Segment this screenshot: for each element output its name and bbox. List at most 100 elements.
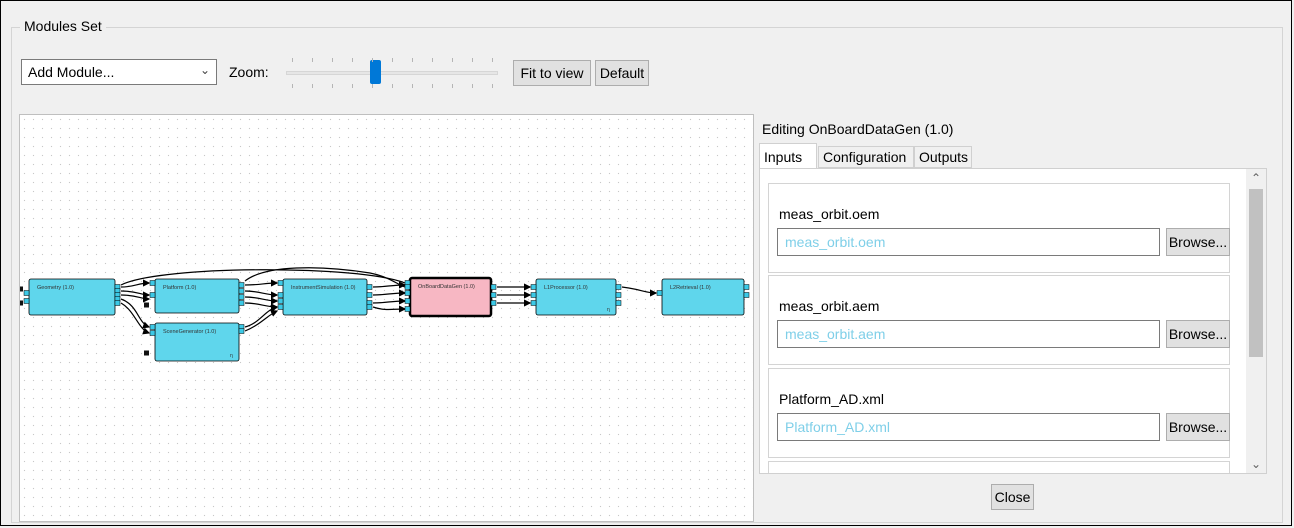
- close-button[interactable]: Close: [991, 484, 1034, 510]
- add-module-label: Add Module...: [28, 64, 115, 80]
- output-port[interactable]: [743, 292, 750, 298]
- input-entry: [768, 461, 1230, 473]
- input-port[interactable]: [149, 280, 156, 286]
- output-port[interactable]: [615, 284, 622, 290]
- output-port[interactable]: [238, 288, 245, 294]
- external-port[interactable]: [144, 302, 149, 308]
- output-port[interactable]: [366, 284, 373, 290]
- zoom-label: Zoom:: [229, 64, 269, 80]
- input-path-field[interactable]: meas_orbit.aem: [777, 320, 1160, 348]
- input-port[interactable]: [404, 306, 411, 312]
- tab-outputs[interactable]: Outputs: [914, 146, 972, 168]
- graph-node-platform[interactable]: Platform (1.0): [144, 278, 245, 314]
- module-graph: Geometry (1.0) Platform (1.0) SceneGenerat…: [20, 267, 750, 362]
- tab-inputs[interactable]: Inputs: [759, 143, 817, 169]
- input-port[interactable]: [530, 292, 537, 298]
- input-port[interactable]: [149, 324, 156, 330]
- zoom-slider-tick: [392, 84, 393, 88]
- browse-button[interactable]: Browse...: [1166, 413, 1230, 441]
- inputs-panel: meas_orbit.oem meas_orbit.oem Browse... …: [759, 168, 1267, 474]
- editing-title: Editing OnBoardDataGen (1.0): [762, 121, 954, 137]
- zoom-slider-tick: [352, 58, 353, 62]
- input-port[interactable]: [277, 298, 284, 304]
- graph-node-label: Geometry (1.0): [37, 285, 74, 291]
- browse-button[interactable]: Browse...: [1166, 320, 1230, 348]
- zoom-slider-thumb[interactable]: [370, 60, 382, 84]
- graph-node-label: OnBoardDataGen (1.0): [418, 284, 475, 290]
- input-port[interactable]: [23, 298, 30, 304]
- output-port[interactable]: [366, 292, 373, 298]
- tab-configuration[interactable]: Configuration: [818, 146, 914, 168]
- zoom-slider-tick: [332, 84, 333, 88]
- output-port[interactable]: [615, 292, 622, 298]
- default-button[interactable]: Default: [595, 60, 649, 86]
- scroll-up-icon[interactable]: ⌃: [1246, 169, 1266, 187]
- browse-button[interactable]: Browse...: [1166, 228, 1230, 256]
- input-port[interactable]: [277, 292, 284, 298]
- zoom-slider-tick: [352, 84, 353, 88]
- input-port[interactable]: [149, 292, 156, 298]
- graph-node-label: SceneGenerator (1.0): [163, 329, 216, 335]
- input-path-field[interactable]: meas_orbit.oem: [777, 228, 1160, 256]
- output-port[interactable]: [743, 284, 750, 290]
- zoom-slider-tick: [492, 84, 493, 88]
- graph-node-scenegenerator[interactable]: SceneGenerator (1.0) η: [144, 322, 245, 362]
- input-port[interactable]: [149, 330, 156, 336]
- input-port[interactable]: [530, 300, 537, 306]
- graph-node-onboarddatagen[interactable]: OnBoardDataGen (1.0): [404, 276, 497, 318]
- scroll-down-icon[interactable]: ⌄: [1246, 455, 1266, 473]
- input-label: Platform_AD.xml: [779, 391, 885, 407]
- zoom-slider-tick: [472, 84, 473, 88]
- zoom-slider-tick: [412, 58, 413, 62]
- zoom-slider-track: [286, 71, 498, 75]
- module-graph-canvas[interactable]: Geometry (1.0) Platform (1.0) SceneGenerat…: [19, 114, 754, 522]
- output-port[interactable]: [238, 282, 245, 288]
- fit-to-view-button[interactable]: Fit to view: [513, 60, 591, 86]
- zoom-slider-tick: [412, 84, 413, 88]
- input-path-field[interactable]: Platform_AD.xml: [777, 413, 1160, 441]
- input-port[interactable]: [277, 280, 284, 286]
- input-label: meas_orbit.aem: [779, 298, 880, 314]
- external-port[interactable]: [20, 300, 23, 306]
- zoom-slider-tick: [432, 58, 433, 62]
- scrollbar-thumb[interactable]: [1249, 189, 1263, 357]
- zoom-slider-tick: [392, 58, 393, 62]
- input-port[interactable]: [530, 284, 537, 290]
- zoom-slider-tick: [292, 58, 293, 62]
- zoom-slider-tick: [372, 84, 373, 88]
- output-port[interactable]: [238, 300, 245, 306]
- zoom-slider-tick: [292, 84, 293, 88]
- output-port[interactable]: [490, 292, 497, 298]
- output-port[interactable]: [490, 300, 497, 306]
- input-port[interactable]: [404, 298, 411, 304]
- graph-node-l1processor[interactable]: L1Processor (1.0) η: [530, 278, 622, 316]
- input-port[interactable]: [404, 290, 411, 296]
- input-label: meas_orbit.oem: [779, 206, 880, 222]
- output-port[interactable]: [114, 300, 121, 306]
- chevron-down-icon: ⌄: [199, 63, 210, 77]
- zoom-slider-tick: [332, 58, 333, 62]
- output-port[interactable]: [490, 284, 497, 290]
- zoom-slider-tick: [472, 58, 473, 62]
- output-port[interactable]: [238, 294, 245, 300]
- graph-node-l2retrieval[interactable]: L2Retrieval (1.0): [656, 278, 750, 316]
- graph-node-label: L1Processor (1.0): [544, 285, 588, 291]
- input-port[interactable]: [404, 284, 411, 290]
- output-port[interactable]: [366, 304, 373, 310]
- zoom-slider-tick: [312, 84, 313, 88]
- input-port[interactable]: [23, 290, 30, 296]
- add-module-dropdown[interactable]: Add Module... ⌄: [21, 59, 217, 85]
- graph-node-instrumentsimulation[interactable]: InstrumentSimulation (1.0): [277, 278, 373, 316]
- external-port[interactable]: [20, 286, 23, 292]
- zoom-slider-tick: [452, 58, 453, 62]
- vertical-scrollbar[interactable]: ⌃ ⌄: [1246, 169, 1266, 473]
- zoom-slider-tick: [452, 84, 453, 88]
- input-port[interactable]: [277, 304, 284, 310]
- output-port[interactable]: [615, 300, 622, 306]
- input-port[interactable]: [656, 290, 663, 296]
- external-port[interactable]: [144, 350, 149, 356]
- zoom-slider[interactable]: [284, 58, 500, 88]
- graph-node-geometry[interactable]: Geometry (1.0): [20, 278, 121, 316]
- output-port[interactable]: [238, 328, 245, 334]
- graph-node-label: InstrumentSimulation (1.0): [291, 285, 356, 291]
